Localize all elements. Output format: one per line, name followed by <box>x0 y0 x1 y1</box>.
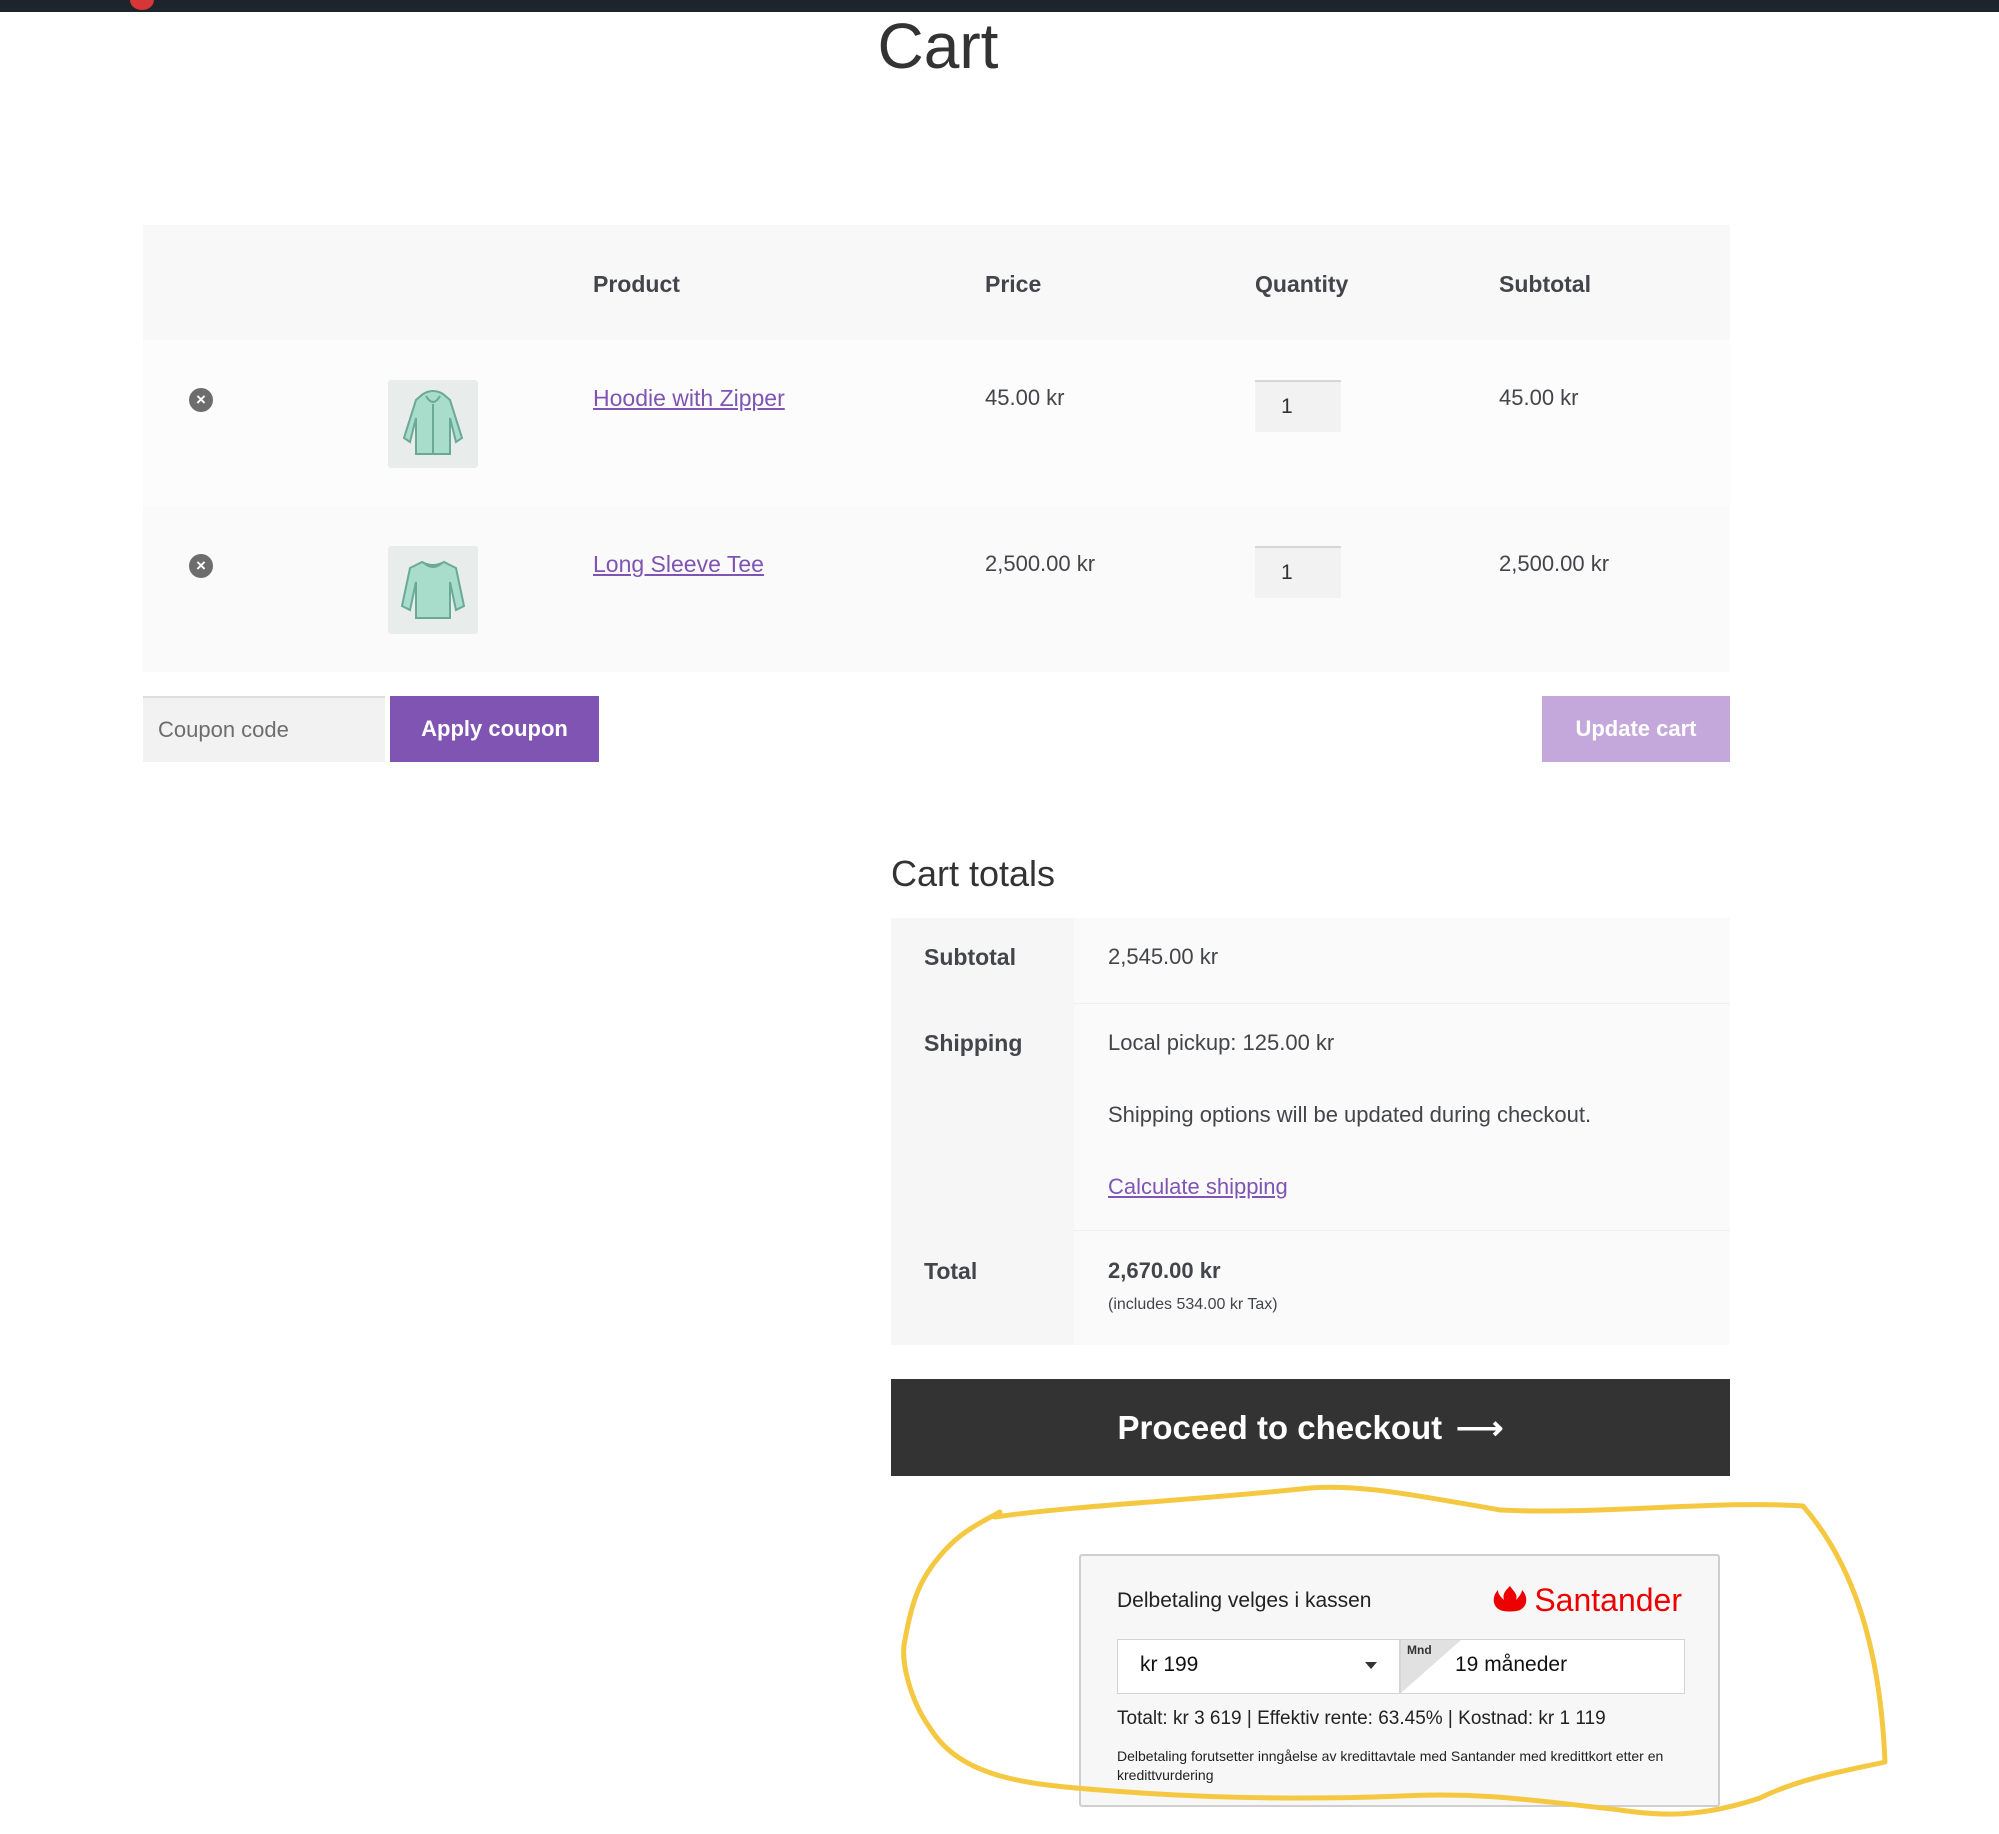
installment-amount-select[interactable]: kr 199 <box>1117 1639 1400 1694</box>
financing-summary: Totalt: kr 3 619 | Effektiv rente: 63.45… <box>1117 1708 1606 1729</box>
column-header-subtotal: Subtotal <box>1499 271 1591 297</box>
santander-flame-icon <box>1494 1586 1527 1612</box>
months-tag: Mnd <box>1407 1643 1432 1657</box>
subtotal-value: 2,545.00 kr <box>1108 944 1219 969</box>
checkout-label: Proceed to checkout <box>1117 1408 1443 1446</box>
update-cart-button[interactable]: Update cart <box>1542 696 1730 762</box>
cart-actions: Apply coupon Update cart <box>143 696 1730 762</box>
santander-logo-text: Santander <box>1534 1582 1682 1618</box>
total-label: Total <box>924 1258 978 1284</box>
arrow-right-icon: ⟶ <box>1456 1409 1504 1446</box>
column-header-product: Product <box>593 271 680 297</box>
tax-note: (includes 534.00 kr Tax) <box>1108 1296 1278 1313</box>
installment-amount-value: kr 199 <box>1140 1653 1199 1676</box>
shipping-method: Local pickup: 125.00 kr <box>1108 1030 1335 1055</box>
item-subtotal: 2,500.00 kr <box>1499 551 1610 576</box>
column-header-quantity: Quantity <box>1255 271 1349 297</box>
item-price: 45.00 kr <box>985 385 1065 410</box>
cart-row-hoodie: × Hoodie with Zipper 45.00 kr 45.00 kr <box>143 340 1730 506</box>
apply-coupon-button[interactable]: Apply coupon <box>390 696 599 762</box>
cart-table: Product Price Quantity Subtotal × Hoodie… <box>143 225 1730 672</box>
divider <box>1074 1003 1730 1004</box>
long-sleeve-tee-thumbnail[interactable] <box>388 546 478 634</box>
cart-totals-title: Cart totals <box>891 853 1056 894</box>
totals-label-column <box>891 918 1074 1345</box>
hoodie-thumbnail[interactable] <box>388 380 478 468</box>
santander-logo: Santander <box>1492 1580 1682 1620</box>
cart-totals-table: Subtotal 2,545.00 kr Shipping Local pick… <box>891 918 1730 1345</box>
divider <box>1074 1230 1730 1231</box>
long-sleeve-tee-icon <box>400 560 466 619</box>
page-title: Cart <box>877 10 999 82</box>
quantity-input[interactable] <box>1255 380 1341 432</box>
item-price: 2,500.00 kr <box>985 551 1096 576</box>
coupon-code-input[interactable] <box>143 696 385 762</box>
cart-row-long-sleeve-tee: × Long Sleeve Tee 2,500.00 kr 2,500.00 k… <box>143 506 1730 672</box>
financing-disclaimer: Delbetaling forutsetter inngåelse av kre… <box>1117 1748 1664 1783</box>
proceed-to-checkout-button[interactable]: Proceed to checkout ⟶ <box>891 1379 1730 1476</box>
remove-item-icon[interactable]: × <box>189 554 213 578</box>
installment-months-field: Mnd 19 måneder <box>1400 1639 1685 1694</box>
calculate-shipping-link[interactable]: Calculate shipping <box>1108 1172 1288 1202</box>
financing-title: Delbetaling velges i kassen <box>1117 1589 1372 1612</box>
subtotal-label: Subtotal <box>924 944 1016 970</box>
column-header-price: Price <box>985 271 1042 297</box>
santander-financing-widget: Delbetaling velges i kassen Santander kr… <box>1079 1554 1720 1807</box>
quantity-input[interactable] <box>1255 546 1341 598</box>
cart-table-header: Product Price Quantity Subtotal <box>143 225 1730 340</box>
chevron-down-icon <box>1365 1662 1377 1669</box>
total-value: 2,670.00 kr <box>1108 1258 1221 1283</box>
hoodie-icon <box>402 390 464 455</box>
shipping-label: Shipping <box>924 1030 1023 1056</box>
shipping-note: Shipping options will be updated during … <box>1108 1102 1592 1127</box>
product-link[interactable]: Long Sleeve Tee <box>593 549 764 579</box>
item-subtotal: 45.00 kr <box>1499 385 1579 410</box>
installment-months-value: 19 måneder <box>1455 1653 1568 1676</box>
remove-item-icon[interactable]: × <box>189 388 213 412</box>
product-link[interactable]: Hoodie with Zipper <box>593 383 785 413</box>
